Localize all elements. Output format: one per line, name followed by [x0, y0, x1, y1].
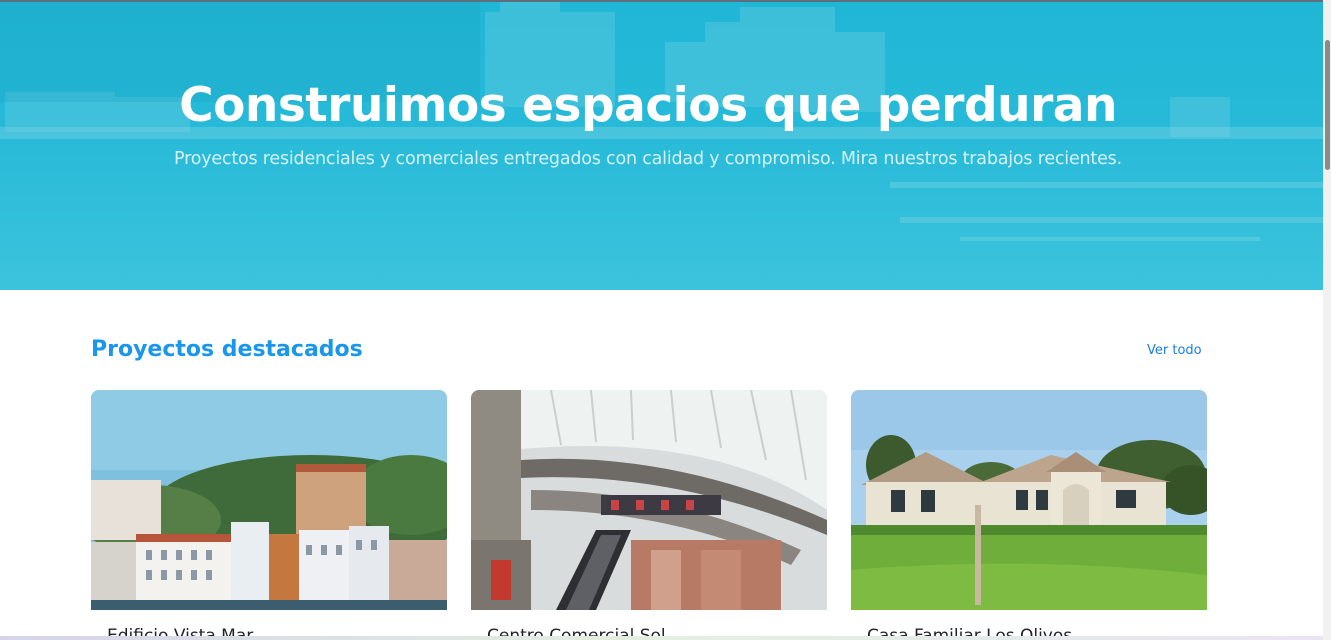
- view-all-link[interactable]: Ver todo: [1147, 343, 1202, 358]
- project-card[interactable]: Edificio Vista Mar: [91, 390, 447, 640]
- hero-subtitle: Proyectos residenciales y comerciales en…: [174, 149, 1122, 169]
- hero-title: Construimos espacios que perduran: [179, 78, 1117, 133]
- hero-background-image: [0, 2, 1323, 241]
- page-bottom-edge: [0, 636, 1323, 640]
- project-image[interactable]: [471, 390, 827, 610]
- project-image[interactable]: [91, 390, 447, 610]
- featured-projects-title: Proyectos destacados: [91, 337, 363, 362]
- project-card[interactable]: Centro Comercial Sol: [471, 390, 827, 640]
- scrollbar-thumb[interactable]: [1325, 40, 1330, 170]
- project-image[interactable]: [851, 390, 1207, 610]
- project-card[interactable]: Casa Familiar Los Olivos: [851, 390, 1207, 640]
- hero-banner: Construimos espacios que perduran Proyec…: [0, 2, 1323, 290]
- page-scrollbar[interactable]: [1323, 0, 1331, 640]
